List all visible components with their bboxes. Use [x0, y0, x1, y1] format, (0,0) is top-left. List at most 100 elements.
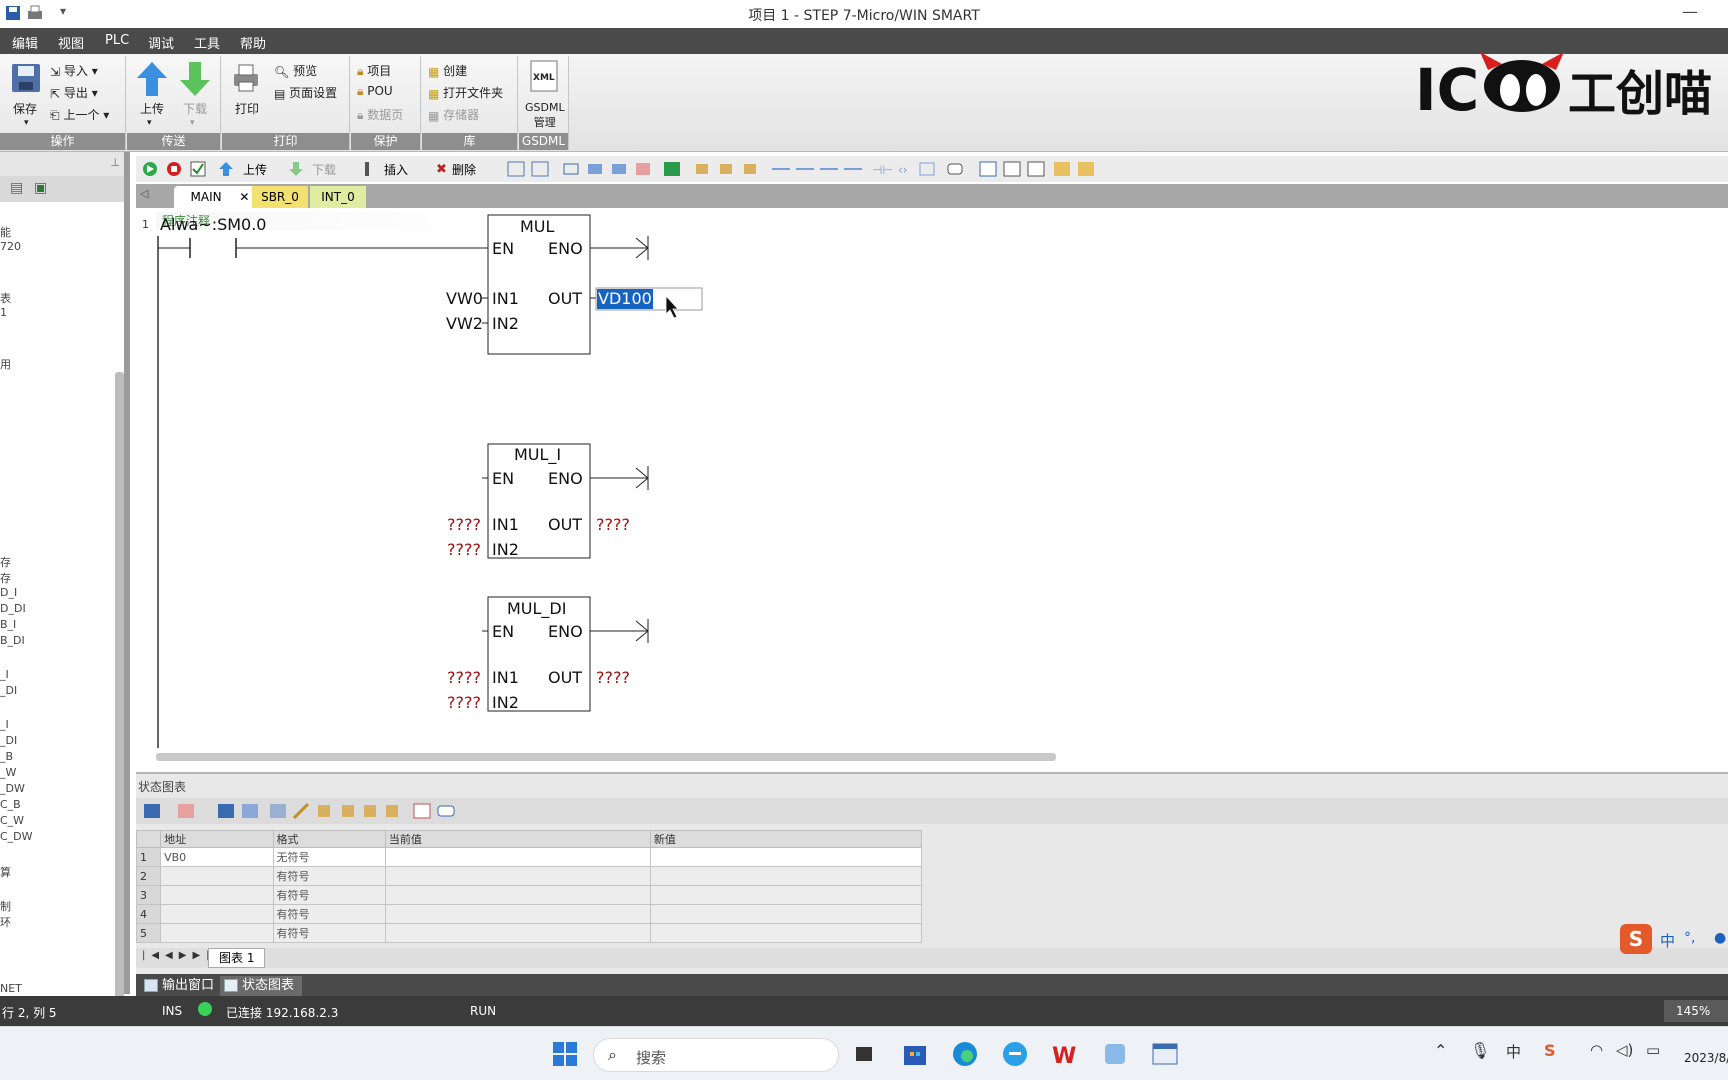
ime-widget[interactable]: S 中 °, ●: [1620, 924, 1728, 956]
windows-start-icon[interactable]: [550, 1039, 580, 1069]
box-insert-icon[interactable]: [919, 162, 935, 176]
save-dropdown-icon[interactable]: ▾: [24, 118, 29, 128]
toolbar-download-button[interactable]: 下载: [312, 161, 336, 178]
prev-button[interactable]: ⎗ 上一个 ▾: [50, 106, 109, 123]
new-value-cell[interactable]: [649, 923, 923, 943]
chart-comment-icon[interactable]: [437, 805, 455, 817]
write-pencil-icon[interactable]: [292, 802, 310, 820]
menu-plc[interactable]: PLC: [105, 33, 129, 48]
table-row[interactable]: 2 有符号: [135, 866, 923, 886]
tree-fragment[interactable]: NET: [0, 982, 22, 995]
tree-fragment[interactable]: _W: [0, 766, 16, 779]
printer-icon[interactable]: [230, 62, 262, 98]
contact-icon[interactable]: ⊣⊢: [872, 163, 893, 177]
format-cell[interactable]: 有符号: [272, 866, 386, 886]
create-button[interactable]: ▦ 创建: [428, 62, 467, 79]
upload-arrow-icon[interactable]: [135, 60, 169, 102]
goto-icon[interactable]: [664, 162, 680, 176]
address-cell[interactable]: [160, 885, 274, 905]
new-value-cell[interactable]: [649, 866, 923, 886]
key-icon[interactable]: [1054, 162, 1070, 176]
tree-fragment[interactable]: _I: [0, 668, 9, 681]
tree-fragment[interactable]: _DI: [0, 734, 17, 747]
tree-fragment[interactable]: D_I: [0, 586, 17, 599]
menu-tools[interactable]: 工具: [194, 33, 220, 52]
ladder-editor[interactable]: 程序注释 1 Alwa~:SM0.0 MUL EN ENO IN1 IN2 OU…: [136, 208, 1728, 768]
tab-int0[interactable]: INT_0: [310, 186, 366, 208]
format-cell[interactable]: 有符号: [272, 904, 386, 924]
tree-fragment[interactable]: D_DI: [0, 602, 26, 615]
address-cell[interactable]: [160, 904, 274, 924]
col-format-header[interactable]: 格式: [272, 830, 386, 848]
tree-fragment[interactable]: 用: [0, 356, 11, 372]
ie-browser-icon[interactable]: [1000, 1039, 1030, 1069]
project-button[interactable]: 🔒︎ 项目: [357, 62, 391, 79]
table-row[interactable]: 3 有符号: [135, 885, 923, 905]
import-button[interactable]: ⇲ 导入 ▾: [50, 62, 98, 79]
store-icon[interactable]: [900, 1039, 930, 1069]
project-tree-scrollbar[interactable]: [115, 372, 124, 1080]
mul-in2-operand[interactable]: VW2: [446, 314, 483, 333]
prev-net-icon[interactable]: [588, 164, 602, 174]
tree-fragment[interactable]: _B: [0, 750, 13, 763]
menu-help[interactable]: 帮助: [240, 33, 266, 52]
tree-fragment[interactable]: C_W: [0, 814, 24, 827]
upload-button[interactable]: 上传: [140, 100, 164, 117]
insert-icon[interactable]: [365, 162, 369, 176]
tree-fragment[interactable]: 720: [0, 240, 21, 253]
mul-i-out-operand[interactable]: ????: [596, 515, 630, 534]
tree-fragment[interactable]: 算: [0, 864, 11, 880]
tree-fragment[interactable]: C_DW: [0, 830, 33, 843]
battery-icon[interactable]: ▭: [1646, 1041, 1660, 1059]
chart-pause-icon[interactable]: [242, 804, 258, 818]
chart-monitor-icon[interactable]: [218, 804, 234, 818]
tree-fragment[interactable]: 制: [0, 898, 11, 914]
toolbar-insert-button[interactable]: 插入: [384, 161, 408, 178]
memory-button[interactable]: ▦ 存储器: [428, 106, 479, 123]
toolbar-delete-button[interactable]: 删除: [452, 161, 476, 178]
read-forced-icon[interactable]: [386, 805, 398, 817]
tree-fragment[interactable]: 存: [0, 570, 11, 586]
tray-expand-icon[interactable]: ⌃: [1434, 1041, 1447, 1060]
table-row[interactable]: 1 VB0 无符号: [135, 847, 923, 867]
tray-mic-icon[interactable]: 🎙︎: [1470, 1041, 1490, 1060]
tab-status-chart[interactable]: 状态图表: [220, 976, 303, 996]
task-view-icon[interactable]: [850, 1039, 880, 1069]
ime-lang[interactable]: 中: [1660, 930, 1675, 951]
wifi-icon[interactable]: ◠: [1590, 1041, 1603, 1059]
tray-ime-icon[interactable]: 中: [1506, 1041, 1521, 1062]
menu-view[interactable]: 视图: [58, 33, 84, 52]
mul-di-out-operand[interactable]: ????: [596, 668, 630, 687]
format-cell[interactable]: 有符号: [272, 885, 386, 905]
tree-fragment[interactable]: B_DI: [0, 634, 25, 647]
format-cell[interactable]: 无符号: [272, 847, 386, 867]
tree-fragment[interactable]: _DI: [0, 684, 17, 697]
tree-fragment[interactable]: 能: [0, 224, 11, 240]
close-tab-icon[interactable]: ✕: [239, 190, 249, 204]
format-cell[interactable]: 有符号: [272, 923, 386, 943]
tree-fragment[interactable]: _I: [0, 718, 9, 731]
tree-fragment[interactable]: 环: [0, 914, 11, 930]
menu-debug[interactable]: 调试: [148, 33, 174, 52]
upload-dropdown-icon[interactable]: ▾: [147, 118, 152, 128]
pou-button[interactable]: 🔒︎ POU: [357, 84, 393, 99]
open-folder-button[interactable]: ▦ 打开文件夹: [428, 84, 503, 101]
table-row[interactable]: 4 有符号: [135, 904, 923, 924]
lock-3-icon[interactable]: [744, 164, 756, 174]
force-icon[interactable]: [318, 805, 330, 817]
new-value-cell[interactable]: [649, 885, 923, 905]
toolbar-upload-button[interactable]: 上传: [243, 161, 267, 178]
new-value-cell[interactable]: [649, 904, 923, 924]
taskbar-search[interactable]: ⌕ 搜索: [593, 1038, 839, 1072]
step7-taskbar-icon[interactable]: [1150, 1039, 1180, 1069]
download-arrow-icon[interactable]: [178, 60, 212, 102]
print-button[interactable]: 打印: [235, 100, 259, 117]
tree-fragment[interactable]: _DW: [0, 782, 25, 795]
download-button[interactable]: 下载: [183, 100, 207, 117]
col-current-header[interactable]: 当前值: [384, 830, 651, 848]
sheet-tab-chart1[interactable]: 图表 1: [208, 948, 266, 968]
coil-icon[interactable]: ‹›: [898, 163, 908, 177]
mul-di-in2-operand[interactable]: ????: [447, 693, 481, 712]
tab-sbr0[interactable]: SBR_0: [252, 186, 308, 208]
table-row[interactable]: 5 有符号: [135, 923, 923, 943]
